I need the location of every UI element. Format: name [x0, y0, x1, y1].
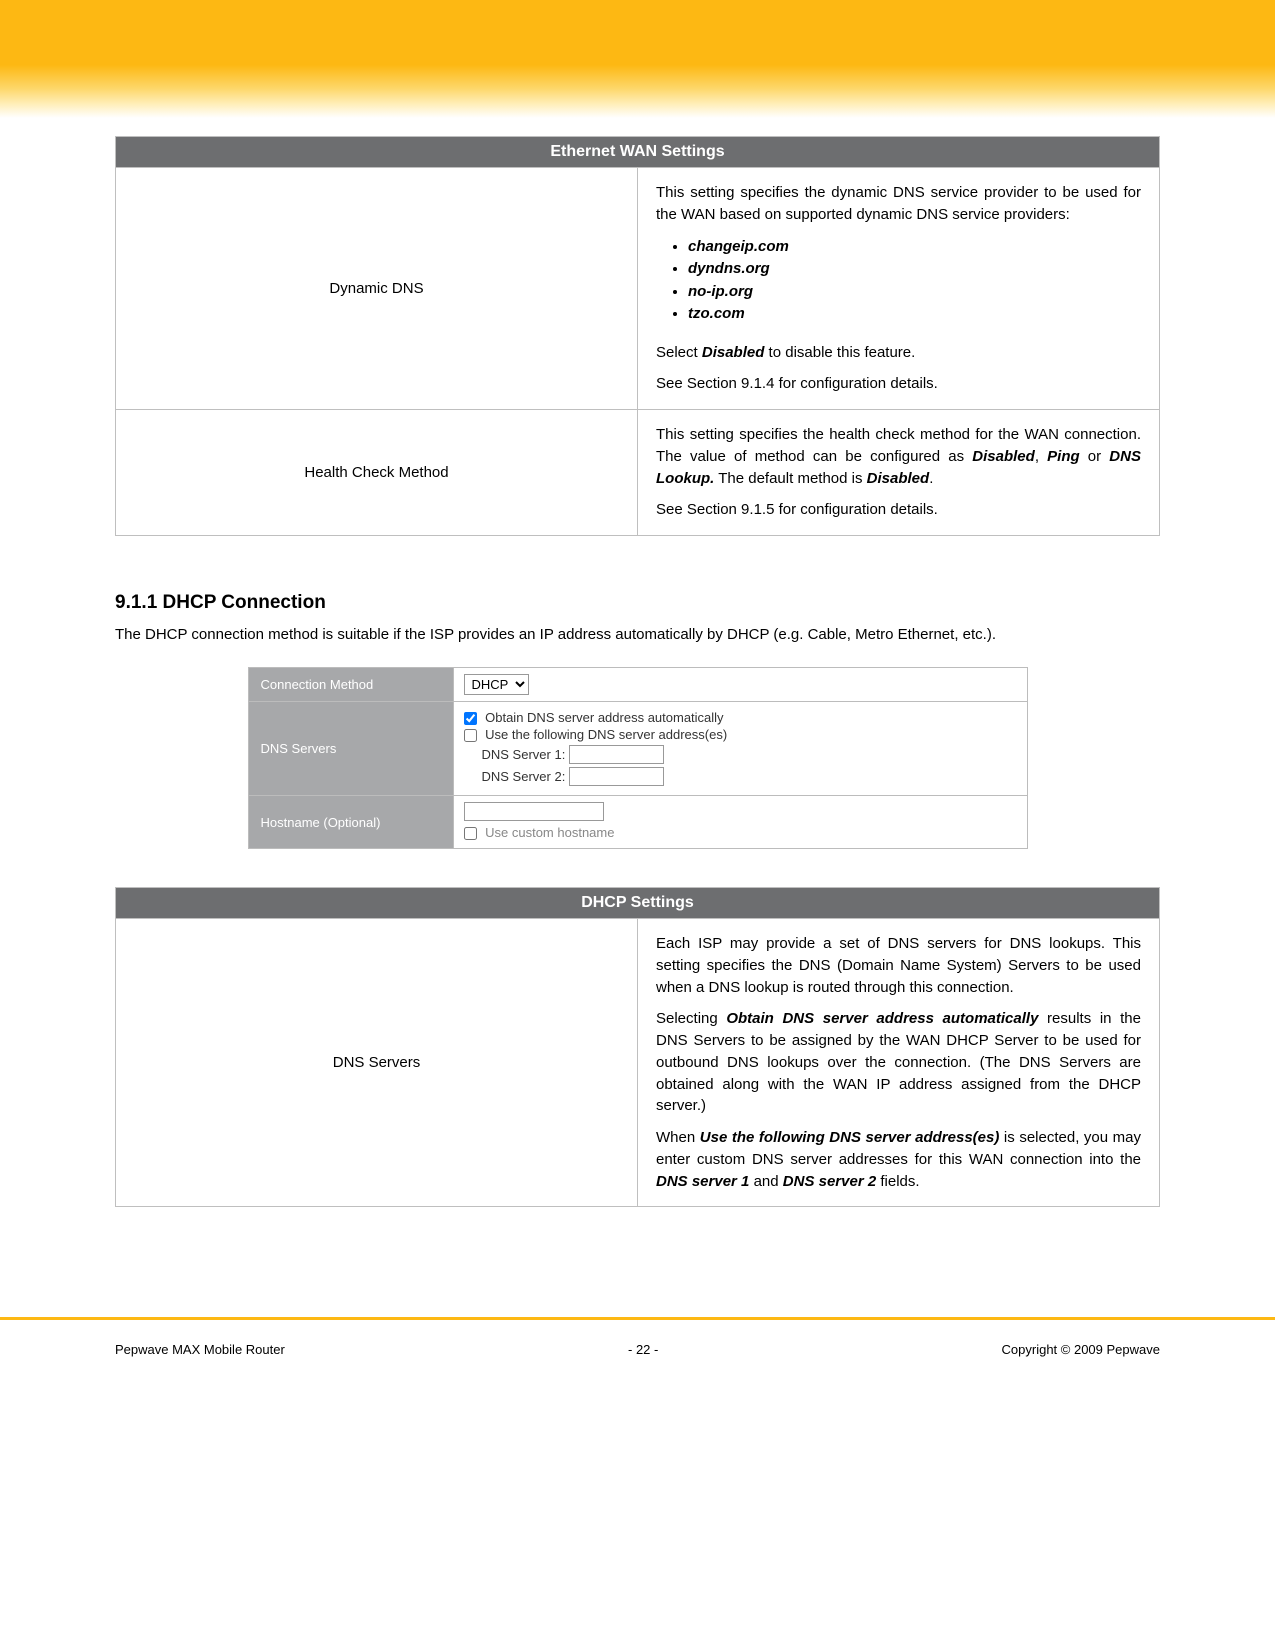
- row-label-dynamic-dns: Dynamic DNS: [116, 168, 638, 410]
- keyword-disabled: Disabled: [867, 470, 930, 487]
- keyword-disabled: Disabled: [702, 344, 765, 361]
- dns-servers-p1: Each ISP may provide a set of DNS server…: [656, 933, 1141, 998]
- keyword-ping: Ping: [1047, 448, 1080, 465]
- health-check-desc: This setting specifies the health check …: [656, 424, 1141, 489]
- row-desc-health-check: This setting specifies the health check …: [638, 410, 1160, 536]
- table-row: Dynamic DNS This setting specifies the d…: [116, 168, 1160, 410]
- label-connection-method: Connection Method: [248, 668, 453, 702]
- row-desc-dns-servers: Each ISP may provide a set of DNS server…: [638, 919, 1160, 1207]
- list-item: tzo.com: [688, 303, 1141, 326]
- footer-right: Copyright © 2009 Pepwave: [1002, 1342, 1160, 1357]
- dhcp-table-title: DHCP Settings: [116, 888, 1160, 919]
- text: or: [1080, 448, 1110, 465]
- dns-server-2-input[interactable]: [569, 767, 664, 786]
- keyword-obtain-auto: Obtain DNS server address automatically: [726, 1010, 1038, 1027]
- obtain-auto-checkbox[interactable]: [464, 712, 477, 725]
- list-item: changeip.com: [688, 236, 1141, 259]
- text: Select: [656, 344, 702, 361]
- text: to disable this feature.: [764, 344, 915, 361]
- ethernet-wan-settings-table: Ethernet WAN Settings Dynamic DNS This s…: [115, 136, 1160, 536]
- footer-page-number: - 22 -: [628, 1342, 658, 1357]
- text: ,: [1035, 448, 1047, 465]
- value-dns-servers: Obtain DNS server address automatically …: [453, 702, 1027, 796]
- keyword-dns-server-2: DNS server 2: [783, 1173, 876, 1190]
- text: The default method is: [714, 470, 866, 487]
- keyword-disabled: Disabled: [972, 448, 1035, 465]
- dhcp-form-table: Connection Method DHCP DNS Servers Obtai…: [248, 667, 1028, 849]
- table-row: DNS Servers Each ISP may provide a set o…: [116, 919, 1160, 1207]
- hostname-input[interactable]: [464, 802, 604, 821]
- label-dns-servers: DNS Servers: [248, 702, 453, 796]
- text: fields.: [876, 1173, 919, 1190]
- use-following-checkbox[interactable]: [464, 729, 477, 742]
- label-hostname: Hostname (Optional): [248, 796, 453, 849]
- ethernet-table-title: Ethernet WAN Settings: [116, 137, 1160, 168]
- dynamic-dns-intro: This setting specifies the dynamic DNS s…: [656, 182, 1141, 226]
- row-desc-dynamic-dns: This setting specifies the dynamic DNS s…: [638, 168, 1160, 410]
- row-label-health-check: Health Check Method: [116, 410, 638, 536]
- dhcp-settings-table: DHCP Settings DNS Servers Each ISP may p…: [115, 887, 1160, 1207]
- keyword-dns-server-1: DNS server 1: [656, 1173, 749, 1190]
- text: Selecting: [656, 1010, 726, 1027]
- value-connection-method: DHCP: [453, 668, 1027, 702]
- value-hostname: Use custom hostname: [453, 796, 1027, 849]
- list-item: dyndns.org: [688, 258, 1141, 281]
- dns-server-1-label: DNS Server 1:: [482, 747, 566, 762]
- health-check-see-section: See Section 9.1.5 for configuration deta…: [656, 499, 1141, 521]
- section-intro: The DHCP connection method is suitable i…: [115, 624, 1160, 645]
- dns-servers-p3: When Use the following DNS server addres…: [656, 1127, 1141, 1192]
- row-label-dns-servers: DNS Servers: [116, 919, 638, 1207]
- dns-servers-p2: Selecting Obtain DNS server address auto…: [656, 1008, 1141, 1117]
- connection-method-select[interactable]: DHCP: [464, 674, 529, 695]
- text: .: [929, 470, 933, 487]
- page-content: Ethernet WAN Settings Dynamic DNS This s…: [0, 118, 1275, 1247]
- text: and: [749, 1173, 782, 1190]
- form-row-hostname: Hostname (Optional) Use custom hostname: [248, 796, 1027, 849]
- use-custom-hostname-checkbox[interactable]: [464, 827, 477, 840]
- table-row: Health Check Method This setting specifi…: [116, 410, 1160, 536]
- text: When: [656, 1129, 700, 1146]
- dhcp-form-panel: Connection Method DHCP DNS Servers Obtai…: [115, 667, 1160, 849]
- dynamic-dns-disable-note: Select Disabled to disable this feature.: [656, 342, 1141, 364]
- footer-left: Pepwave MAX Mobile Router: [115, 1342, 285, 1357]
- page-footer: Pepwave MAX Mobile Router - 22 - Copyrig…: [0, 1320, 1275, 1387]
- form-row-connection-method: Connection Method DHCP: [248, 668, 1027, 702]
- use-following-label: Use the following DNS server address(es): [485, 727, 727, 742]
- dynamic-dns-see-section: See Section 9.1.4 for configuration deta…: [656, 373, 1141, 395]
- dns-server-1-input[interactable]: [569, 745, 664, 764]
- keyword-use-following: Use the following DNS server address(es): [700, 1129, 1000, 1146]
- section-heading-dhcp-connection: 9.1.1 DHCP Connection: [115, 592, 1160, 614]
- form-row-dns-servers: DNS Servers Obtain DNS server address au…: [248, 702, 1027, 796]
- use-custom-hostname-label: Use custom hostname: [485, 825, 614, 840]
- header-gradient: [0, 0, 1275, 118]
- dns-server-2-label: DNS Server 2:: [482, 769, 566, 784]
- obtain-auto-label: Obtain DNS server address automatically: [485, 710, 723, 725]
- list-item: no-ip.org: [688, 281, 1141, 304]
- dns-provider-list: changeip.com dyndns.org no-ip.org tzo.co…: [656, 236, 1141, 326]
